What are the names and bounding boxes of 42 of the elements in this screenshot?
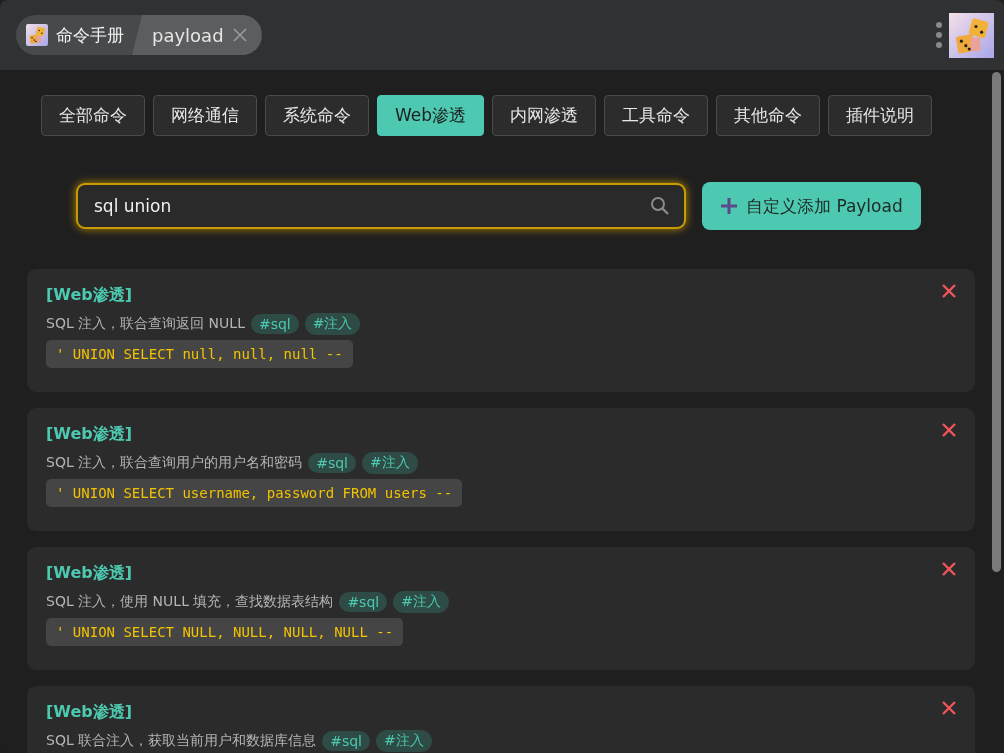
- scrollbar-thumb[interactable]: [992, 72, 1001, 572]
- delete-icon[interactable]: [941, 561, 957, 577]
- search-icon[interactable]: [650, 196, 670, 216]
- tag: #sql: [322, 731, 370, 751]
- tag: #sql: [308, 453, 356, 473]
- payload-description: SQL 联合注入，获取当前用户和数据库信息: [46, 732, 317, 750]
- category-tab[interactable]: 网络通信: [153, 95, 257, 136]
- category-tab[interactable]: 其他命令: [716, 95, 821, 136]
- tag: #注入: [375, 730, 432, 752]
- tag: #注入: [304, 313, 361, 335]
- category-label: [Web渗透]: [46, 285, 132, 306]
- payload-code[interactable]: ' UNION SELECT NULL, NULL, NULL, NULL --: [46, 618, 404, 646]
- delete-icon[interactable]: [941, 422, 957, 438]
- payload-code[interactable]: ' UNION SELECT null, null, null --: [46, 340, 353, 368]
- add-payload-button[interactable]: 自定义添加 Payload: [702, 182, 921, 230]
- tag: #注入: [361, 452, 418, 474]
- category-label: [Web渗透]: [46, 702, 132, 723]
- tag: #注入: [393, 591, 449, 613]
- category-label: [Web渗透]: [46, 563, 132, 584]
- dice-icon: [949, 12, 994, 58]
- tag: #sql: [339, 592, 388, 612]
- payload-description: SQL 注入，联合查询返回 NULL: [46, 315, 245, 333]
- close-icon[interactable]: [231, 27, 248, 43]
- delete-icon[interactable]: [941, 283, 957, 299]
- delete-icon[interactable]: [941, 700, 957, 716]
- app-title: 命令手册: [56, 23, 124, 47]
- category-tab[interactable]: Web渗透: [377, 95, 485, 136]
- breadcrumb-tab[interactable]: payload: [132, 15, 262, 55]
- category-tab[interactable]: 内网渗透: [492, 95, 597, 136]
- payload-description: SQL 注入，联合查询用户的用户名和密码: [46, 454, 303, 472]
- payload-code[interactable]: ' UNION SELECT username, password FROM users --: [46, 479, 463, 507]
- category-tab[interactable]: 全部命令: [41, 95, 145, 136]
- more-icon[interactable]: [935, 21, 943, 49]
- dice-icon[interactable]: [26, 24, 48, 46]
- category-tab[interactable]: 插件说明: [828, 95, 933, 136]
- search-field[interactable]: sql union: [76, 183, 686, 229]
- plus-icon: [720, 197, 738, 215]
- category-label: [Web渗透]: [46, 424, 132, 445]
- category-tab[interactable]: 工具命令: [604, 95, 709, 136]
- tag: #sql: [250, 314, 299, 334]
- payload-description: SQL 注入，使用 NULL 填充，查找数据表结构: [46, 593, 334, 611]
- category-tab[interactable]: 系统命令: [265, 95, 369, 136]
